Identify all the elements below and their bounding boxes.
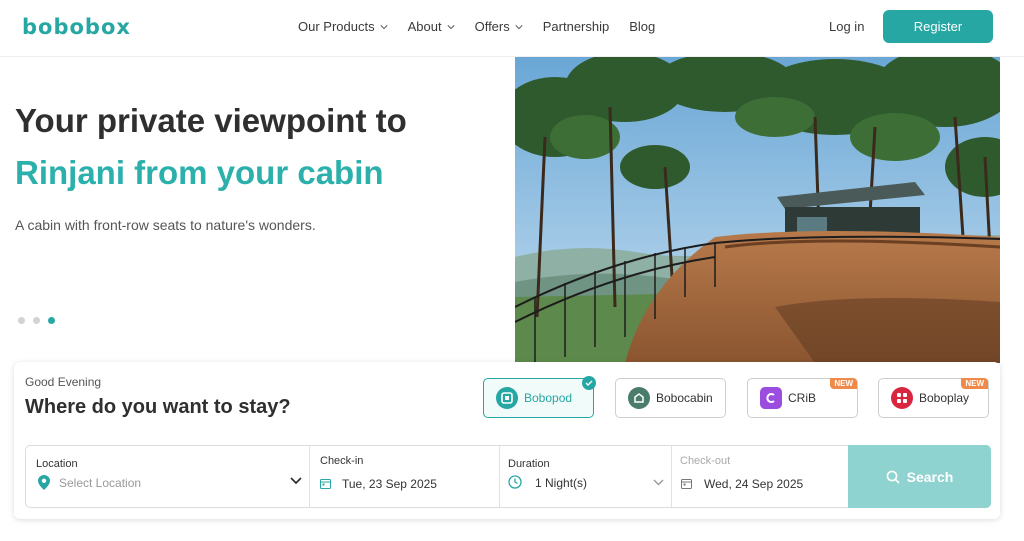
hero-image <box>515 57 1000 363</box>
product-boboplay[interactable]: Boboplay NEW <box>878 378 989 418</box>
checkout-label: Check-out <box>680 455 731 467</box>
search-button[interactable]: Search <box>848 445 991 508</box>
carousel-dot[interactable] <box>18 317 25 324</box>
bobocabin-icon <box>628 387 650 409</box>
booking-card: Good Evening Where do you want to stay? … <box>14 362 1000 519</box>
nav-our-products[interactable]: Our Products <box>298 19 388 34</box>
chevron-down-icon[interactable] <box>290 477 302 485</box>
nav-partnership[interactable]: Partnership <box>543 19 609 34</box>
carousel-dots <box>18 317 55 324</box>
search-button-label: Search <box>906 468 954 485</box>
register-button[interactable]: Register <box>883 10 993 43</box>
checkin-value: Tue, 23 Sep 2025 <box>342 477 437 491</box>
product-bobopod[interactable]: Bobopod <box>483 376 596 418</box>
boboplay-icon <box>891 387 913 409</box>
carousel-dot[interactable] <box>33 317 40 324</box>
bobopod-icon <box>496 387 518 409</box>
nav-offers[interactable]: Offers <box>475 19 523 34</box>
new-badge: NEW <box>961 378 988 389</box>
nav-blog[interactable]: Blog <box>629 19 655 34</box>
chevron-down-icon <box>447 24 455 29</box>
nav-about-label: About <box>407 19 442 34</box>
chevron-down-icon <box>515 24 523 29</box>
nav-offers-label: Offers <box>474 19 510 34</box>
nav-our-products-label: Our Products <box>298 19 375 34</box>
nav-about[interactable]: About <box>408 19 455 34</box>
crib-icon <box>760 387 782 409</box>
checkout-value: Wed, 24 Sep 2025 <box>704 477 804 491</box>
calendar-icon <box>320 479 331 489</box>
checkin-label: Check-in <box>320 455 364 467</box>
login-link[interactable]: Log in <box>829 19 864 34</box>
location-field[interactable]: Location Select Location <box>26 446 310 507</box>
calendar-icon <box>681 479 692 489</box>
nav-blog-label: Blog <box>629 19 656 34</box>
carousel-dot-active[interactable] <box>48 317 55 324</box>
search-icon <box>886 470 900 484</box>
greeting-text: Good Evening <box>25 375 102 389</box>
hero-subtitle: Rinjani from your cabin <box>15 154 384 191</box>
clock-icon <box>508 475 522 489</box>
new-badge: NEW <box>830 378 857 389</box>
nav-partnership-label: Partnership <box>542 19 610 34</box>
chevron-down-icon <box>380 24 388 29</box>
booking-question: Where do you want to stay? <box>25 396 291 418</box>
product-name: Bobocabin <box>656 391 713 405</box>
main-nav: Our Products About Offers Partnership Bl… <box>298 19 675 34</box>
product-crib[interactable]: CRiB NEW <box>747 378 858 418</box>
location-input[interactable]: Select Location <box>59 476 141 490</box>
hero-description: A cabin with front-row seats to nature's… <box>15 217 316 233</box>
duration-field[interactable]: Duration 1 Night(s) <box>500 446 672 507</box>
checkin-field[interactable]: Check-in Tue, 23 Sep 2025 <box>310 446 500 507</box>
bobobox-logo[interactable]: bobobox <box>22 15 131 39</box>
chevron-down-icon[interactable] <box>653 479 664 486</box>
top-navbar: bobobox Our Products About Offers Partne… <box>0 0 1024 57</box>
search-form: Location Select Location Check-in Tue, 2… <box>25 445 991 508</box>
product-name: CRiB <box>788 391 817 405</box>
cabin-scene-image <box>515 57 1000 363</box>
duration-label: Duration <box>508 458 550 470</box>
location-label: Location <box>36 458 78 470</box>
location-pin-icon <box>38 475 50 490</box>
duration-value: 1 Night(s) <box>535 476 588 490</box>
product-name: Boboplay <box>919 391 970 405</box>
checkout-field[interactable]: Check-out Wed, 24 Sep 2025 <box>672 446 848 507</box>
product-name: Bobopod <box>524 391 573 405</box>
hero-title: Your private viewpoint to <box>15 102 407 139</box>
check-icon <box>582 376 596 390</box>
product-bobocabin[interactable]: Bobocabin <box>615 378 726 418</box>
